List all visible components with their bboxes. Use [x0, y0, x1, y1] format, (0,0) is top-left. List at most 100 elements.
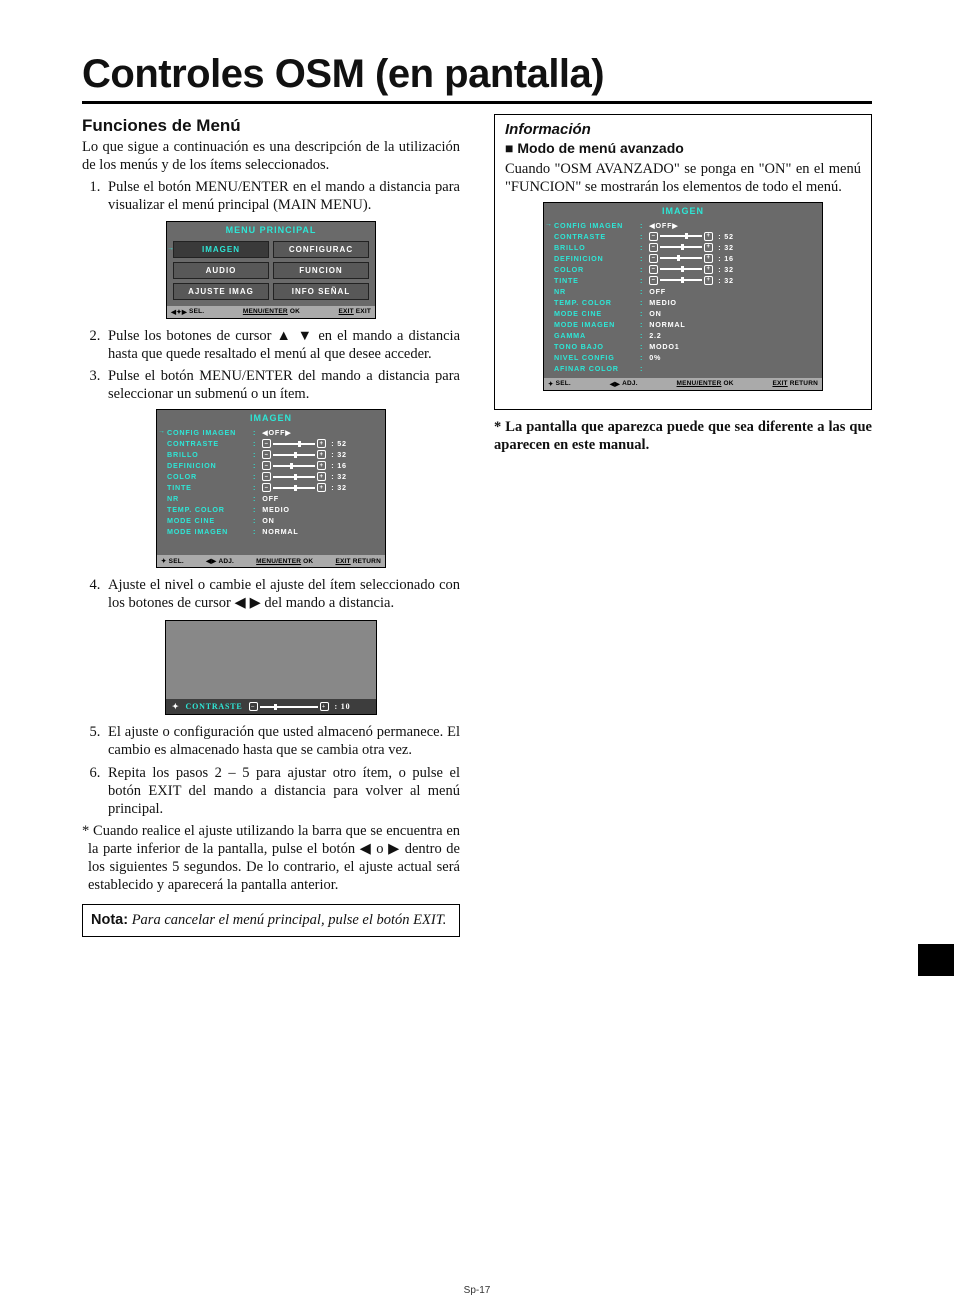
page-title: Controles OSM (en pantalla) — [82, 52, 872, 97]
osd-cell-imagen: →IMAGEN — [173, 241, 269, 258]
osd-row-value: : OFF — [640, 287, 816, 296]
osd-row: DEFINICION:–+: 16 — [554, 253, 816, 264]
osd-row-label: MODE IMAGEN — [167, 527, 253, 536]
osd-row: MODE IMAGEN: NORMAL — [554, 319, 816, 330]
intro-text: Lo que sigue a continuación es una descr… — [82, 138, 460, 174]
osd-row-label: CONTRASTE — [167, 439, 253, 448]
osd-row: MODE CINE: ON — [554, 308, 816, 319]
osd-footer: ◀✦▶ SEL. MENU/ENTER OK EXIT EXIT — [167, 306, 375, 318]
steps-list-2: Pulse los botones de cursor ▲ ▼ en el ma… — [82, 327, 460, 404]
osd-imagen: IMAGEN CONFIG IMAGEN: ◀OFF▶CONTRASTE:–+:… — [156, 409, 386, 568]
osd-row-label: MODE CINE — [554, 309, 640, 318]
osd-imagen-list: CONFIG IMAGEN: ◀OFF▶CONTRASTE:–+: 52BRIL… — [157, 425, 385, 555]
disclaimer: * La pantalla que aparezca puede que sea… — [494, 418, 872, 454]
updown-icon: ▲ ▼ — [276, 328, 313, 344]
osd-row: DEFINICION:–+: 16 — [167, 460, 379, 471]
osd-row-value: :–+: 32 — [253, 450, 379, 459]
osd-row: GAMMA: 2.2 — [554, 330, 816, 341]
osd-row-value: :–+: 16 — [640, 254, 816, 263]
osd-row-value: : MEDIO — [640, 298, 816, 307]
osd-title: IMAGEN — [544, 203, 822, 218]
osd-imagen-advanced: IMAGEN CONFIG IMAGEN: ◀OFF▶CONTRASTE:–+:… — [543, 202, 823, 391]
title-rule — [82, 101, 872, 104]
leftright-icon: ◀ ▶ — [234, 595, 260, 611]
osd-row-value: : NORMAL — [640, 320, 816, 329]
steps-list-4: El ajuste o configuración que usted alma… — [82, 723, 460, 818]
osd-row-label: CONTRASTE — [554, 232, 640, 241]
osd-cell-audio: AUDIO — [173, 262, 269, 279]
osd-row-value: :–+: 32 — [253, 483, 379, 492]
osd-row-label: NIVEL CONFIG — [554, 353, 640, 362]
osd-row-label: TEMP. COLOR — [554, 298, 640, 307]
osd-row: AFINAR COLOR: — [554, 363, 816, 374]
page-number: Sp-17 — [0, 1285, 954, 1296]
info-box: Información Modo de menú avanzado Cuando… — [494, 114, 872, 410]
osd-row-label: MODE CINE — [167, 516, 253, 525]
osd-row-label: GAMMA — [554, 331, 640, 340]
info-subheading: Modo de menú avanzado — [505, 140, 861, 158]
osd-footer: ✦ SEL. ◀▶ ADJ. MENU/ENTER OK EXIT RETURN — [544, 378, 822, 390]
osd-main-grid: →IMAGEN CONFIGURAC AUDIO FUNCION AJUSTE … — [167, 237, 375, 306]
osd-row: TEMP. COLOR: MEDIO — [554, 297, 816, 308]
right-arrow-icon: ▶ — [388, 841, 400, 857]
osd-title: MENU PRINCIPAL — [167, 222, 375, 237]
osd-row: CONFIG IMAGEN: ◀OFF▶ — [554, 220, 816, 231]
osd-row-value: : ON — [253, 516, 379, 525]
osd-row-label: TINTE — [554, 276, 640, 285]
osd-row-value: :–+: 32 — [640, 276, 816, 285]
osd-row-value: : NORMAL — [253, 527, 379, 536]
osd-row-value: : OFF — [253, 494, 379, 503]
osd-row-value: :–+: 32 — [640, 265, 816, 274]
info-heading: Información — [505, 121, 861, 138]
osd-row-value: : 0% — [640, 353, 816, 362]
star-note: * Cuando realice el ajuste utilizando la… — [88, 822, 460, 895]
step-5: El ajuste o configuración que usted alma… — [104, 723, 460, 759]
osd-contrast-bar: ✦ CONTRASTE –+ : 10 — [165, 620, 377, 715]
osd-row: CONFIG IMAGEN: ◀OFF▶ — [167, 427, 379, 438]
osd-row: CONTRASTE:–+: 52 — [554, 231, 816, 242]
osd-row: TINTE:–+: 32 — [167, 482, 379, 493]
osd-cell-configurac: CONFIGURAC — [273, 241, 369, 258]
osd-main-menu: MENU PRINCIPAL →IMAGEN CONFIGURAC AUDIO … — [166, 221, 376, 319]
osd-row: BRILLO:–+: 32 — [167, 449, 379, 460]
osd-row: NR: OFF — [167, 493, 379, 504]
osd-row-label: MODE IMAGEN — [554, 320, 640, 329]
osd-footer: ✦ SEL. ◀▶ ADJ. MENU/ENTER OK EXIT RETURN — [157, 555, 385, 567]
steps-list: Pulse el botón MENU/ENTER en el mando a … — [82, 178, 460, 214]
osd-row-value: : 2.2 — [640, 331, 816, 340]
osd-title: IMAGEN — [157, 410, 385, 425]
osd-row-label: CONFIG IMAGEN — [167, 428, 253, 437]
osd-row-label: COLOR — [167, 472, 253, 481]
osd-row-label: DEFINICION — [167, 461, 253, 470]
contrast-value: 10 — [341, 702, 351, 711]
osd-row-label: NR — [167, 494, 253, 503]
step-2: Pulse los botones de cursor ▲ ▼ en el ma… — [104, 327, 460, 363]
osd-cell-ajuste: AJUSTE IMAG — [173, 283, 269, 300]
osd-row-value: : ON — [640, 309, 816, 318]
osd-row-value: :–+: 32 — [253, 472, 379, 481]
osd-row: COLOR:–+: 32 — [167, 471, 379, 482]
osd-row: NIVEL CONFIG: 0% — [554, 352, 816, 363]
osd-row-label: COLOR — [554, 265, 640, 274]
osd-row-value: :–+: 52 — [253, 439, 379, 448]
step-3: Pulse el botón MENU/ENTER del mando a di… — [104, 367, 460, 403]
osd-row-label: TEMP. COLOR — [167, 505, 253, 514]
contrast-label: CONTRASTE — [186, 702, 243, 711]
osd-row: COLOR:–+: 32 — [554, 264, 816, 275]
osd-row-value: : MEDIO — [253, 505, 379, 514]
osd-row-label: BRILLO — [554, 243, 640, 252]
right-column: Información Modo de menú avanzado Cuando… — [494, 114, 872, 937]
osd-cell-info: INFO SEÑAL — [273, 283, 369, 300]
steps-list-3: Ajuste el nivel o cambie el ajuste del í… — [82, 576, 460, 612]
osd-row-label: DEFINICION — [554, 254, 640, 263]
osd-row-value: :–+: 32 — [640, 243, 816, 252]
osd-row-label: TINTE — [167, 483, 253, 492]
osd-row-label: AFINAR COLOR — [554, 364, 640, 373]
osd-cell-funcion: FUNCION — [273, 262, 369, 279]
note-lead: Nota: — [91, 912, 128, 928]
osd-row-value: : ◀OFF▶ — [253, 428, 379, 437]
osd-row: MODE IMAGEN: NORMAL — [167, 526, 379, 537]
osd-row-label: BRILLO — [167, 450, 253, 459]
left-arrow-icon: ◀ — [360, 841, 372, 857]
osd-row: TONO BAJO: MODO1 — [554, 341, 816, 352]
